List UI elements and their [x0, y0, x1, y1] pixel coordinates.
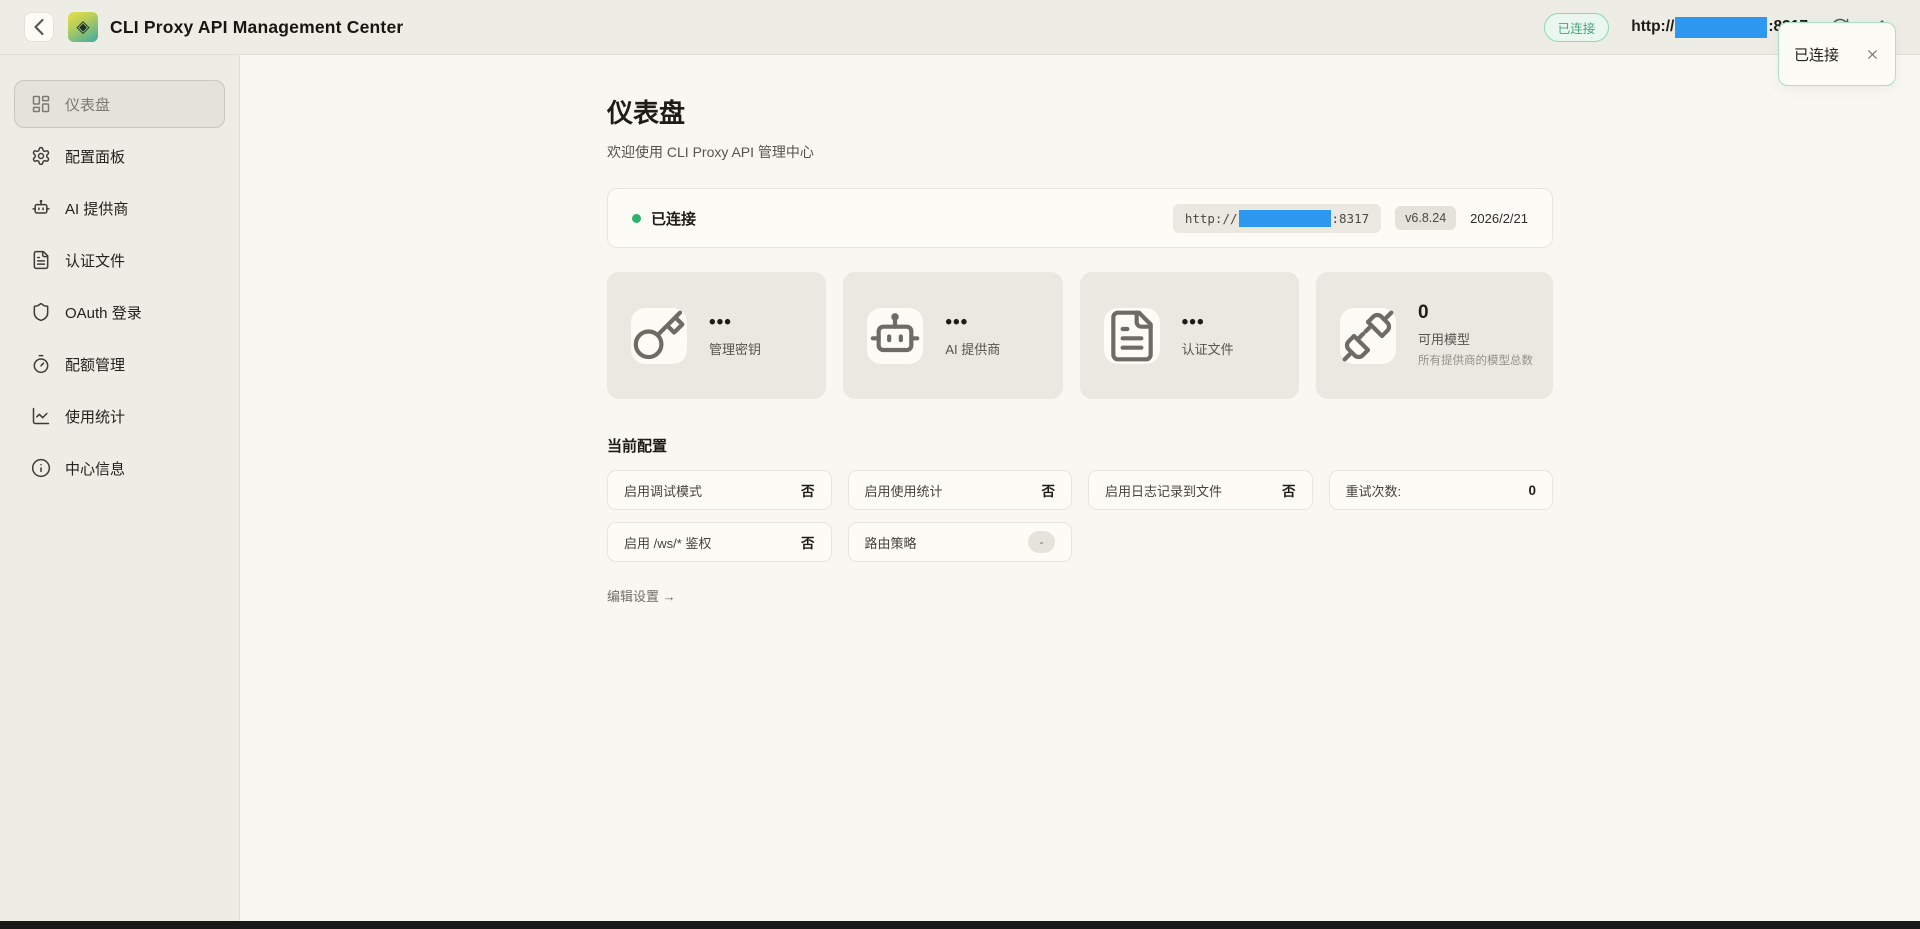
- top-header: ◈ CLI Proxy API Management Center 已连接 ht…: [0, 0, 1920, 55]
- sidebar-item-dashboard[interactable]: 仪表盘: [14, 80, 225, 128]
- shield-icon: [31, 302, 51, 322]
- config-item-route-policy: 路由策略 -: [848, 522, 1073, 562]
- stat-value: 0: [1418, 303, 1533, 324]
- sidebar-item-label: 认证文件: [65, 250, 125, 271]
- file-icon: [1104, 308, 1160, 364]
- page-subtitle: 欢迎使用 CLI Proxy API 管理中心: [607, 142, 1553, 162]
- config-section-heading: 当前配置: [607, 435, 1553, 456]
- plug-icon: [1340, 308, 1396, 364]
- config-value: 否: [801, 532, 815, 552]
- sidebar: 仪表盘配置面板 AI 提供商认证文件 OAuth 登录配额管理使用统计中心信息: [0, 55, 240, 929]
- config-item-debug-mode: 启用调试模式 否: [607, 470, 832, 510]
- robot-icon: [31, 198, 51, 218]
- sidebar-item-label: OAuth 登录: [65, 302, 142, 323]
- sidebar-item-label: 使用统计: [65, 406, 125, 427]
- config-label: 启用调试模式: [624, 481, 702, 500]
- dashboard-icon: [31, 94, 51, 114]
- stat-card-manage-keys[interactable]: ••• 管理密钥: [607, 272, 826, 399]
- chevron-left-icon: [25, 13, 53, 41]
- connection-url-chip: http://:8317: [1173, 204, 1381, 233]
- sidebar-item-oauth-login[interactable]: OAuth 登录: [14, 288, 225, 336]
- toast-close-button[interactable]: [1865, 47, 1880, 62]
- version-badge: v6.8.24: [1395, 206, 1456, 230]
- connection-status-badge: 已连接: [1544, 13, 1610, 42]
- sidebar-item-auth-files[interactable]: 认证文件: [14, 236, 225, 284]
- config-label: 路由策略: [865, 533, 917, 552]
- stat-card-auth-files[interactable]: ••• 认证文件: [1080, 272, 1299, 399]
- stat-value: •••: [945, 313, 1000, 334]
- config-grid: 启用调试模式否启用使用统计否启用日志记录到文件否重试次数:0启用 /ws/* 鉴…: [607, 470, 1553, 562]
- config-item-ws-auth: 启用 /ws/* 鉴权 否: [607, 522, 832, 562]
- stat-card-grid: ••• 管理密钥 ••• AI 提供商 ••• 认证文件 0 可用模型所有提供商的模型总数: [607, 272, 1553, 399]
- key-icon: [631, 308, 687, 364]
- status-dot: [632, 214, 641, 223]
- config-label: 重试次数:: [1346, 481, 1402, 500]
- url-redaction: [1675, 17, 1767, 38]
- app-logo: ◈: [68, 12, 98, 42]
- config-value-pill: -: [1028, 531, 1055, 553]
- stat-label: 可用模型: [1418, 329, 1533, 348]
- stat-value: •••: [1182, 313, 1234, 334]
- sidebar-item-label: AI 提供商: [65, 198, 128, 219]
- config-value: 否: [1282, 480, 1296, 500]
- config-label: 启用日志记录到文件: [1105, 481, 1222, 500]
- connection-date: 2026/2/21: [1470, 211, 1528, 226]
- robot-icon: [867, 308, 923, 364]
- config-item-usage-stats: 启用使用统计 否: [848, 470, 1073, 510]
- stat-label: 管理密钥: [709, 339, 761, 358]
- config-label: 启用使用统计: [865, 481, 943, 500]
- sidebar-item-quota-management[interactable]: 配额管理: [14, 340, 225, 388]
- config-item-log-to-file: 启用日志记录到文件 否: [1088, 470, 1313, 510]
- connection-card: 已连接 http://:8317 v6.8.24 2026/2/21: [607, 188, 1553, 248]
- stat-sublabel: 所有提供商的模型总数: [1418, 352, 1533, 368]
- gear-icon: [31, 146, 51, 166]
- config-item-retry-count: 重试次数: 0: [1329, 470, 1554, 510]
- timer-icon: [31, 354, 51, 374]
- stat-label: AI 提供商: [945, 339, 1000, 358]
- config-value: 否: [1042, 480, 1056, 500]
- config-label: 启用 /ws/* 鉴权: [624, 533, 711, 552]
- info-icon: [31, 458, 51, 478]
- url-redaction: [1239, 210, 1331, 227]
- app-title: CLI Proxy API Management Center: [110, 17, 403, 38]
- page-title: 仪表盘: [607, 93, 1553, 130]
- logo-diamond-icon: ◈: [76, 17, 89, 37]
- config-value: 否: [801, 480, 815, 500]
- stat-label: 认证文件: [1182, 339, 1234, 358]
- stat-card-ai-providers[interactable]: ••• AI 提供商: [843, 272, 1062, 399]
- sidebar-item-label: 配额管理: [65, 354, 125, 375]
- close-icon: [1865, 47, 1880, 62]
- sidebar-item-label: 仪表盘: [65, 94, 110, 115]
- sidebar-item-ai-providers[interactable]: AI 提供商: [14, 184, 225, 232]
- stat-value: •••: [709, 313, 761, 334]
- main-area: 仪表盘 欢迎使用 CLI Proxy API 管理中心 已连接 http://:…: [240, 55, 1920, 929]
- sidebar-item-label: 配置面板: [65, 146, 125, 167]
- file-icon: [31, 250, 51, 270]
- connection-status-text: 已连接: [651, 208, 696, 229]
- app-window: ◈ CLI Proxy API Management Center 已连接 ht…: [0, 0, 1920, 929]
- config-value: 0: [1528, 483, 1536, 498]
- stat-card-available-models[interactable]: 0 可用模型所有提供商的模型总数: [1316, 272, 1553, 399]
- sidebar-item-usage-stats[interactable]: 使用统计: [14, 392, 225, 440]
- toast-message: 已连接: [1794, 44, 1839, 65]
- bottom-edge-bar: [0, 921, 1920, 929]
- sidebar-item-center-info[interactable]: 中心信息: [14, 444, 225, 492]
- sidebar-item-label: 中心信息: [65, 458, 125, 479]
- chart-icon: [31, 406, 51, 426]
- back-button[interactable]: [24, 12, 54, 42]
- connection-toast: 已连接: [1778, 22, 1896, 86]
- sidebar-item-config-panel[interactable]: 配置面板: [14, 132, 225, 180]
- edit-settings-link[interactable]: 编辑设置 →: [607, 586, 676, 605]
